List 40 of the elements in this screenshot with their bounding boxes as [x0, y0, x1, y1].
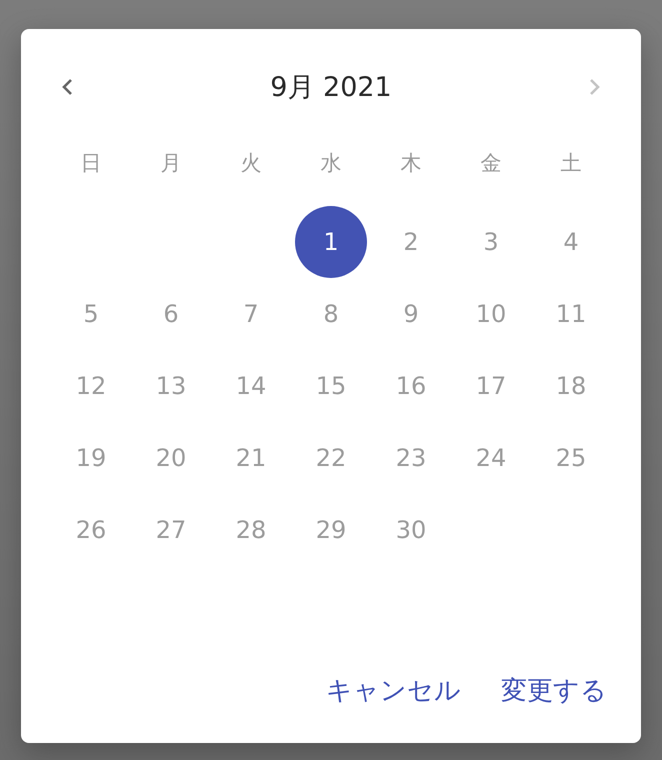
day-button[interactable]: 14 [215, 350, 287, 422]
day-button[interactable]: 19 [55, 422, 127, 494]
day-button[interactable]: 9 [375, 278, 447, 350]
weekday-label: 土 [560, 150, 582, 177]
month-title: 9月 2021 [270, 71, 392, 105]
weekday-label: 火 [240, 150, 262, 177]
day-button[interactable]: 17 [455, 350, 527, 422]
day-button[interactable]: 20 [135, 422, 207, 494]
day-button[interactable]: 16 [375, 350, 447, 422]
day-button[interactable]: 29 [295, 494, 367, 566]
day-button[interactable]: 1 [295, 206, 367, 278]
day-button[interactable]: 22 [295, 422, 367, 494]
day-button[interactable]: 28 [215, 494, 287, 566]
weekday-label: 月 [160, 150, 182, 177]
day-button[interactable]: 26 [55, 494, 127, 566]
day-button[interactable]: 2 [375, 206, 447, 278]
day-button[interactable]: 8 [295, 278, 367, 350]
day-button[interactable]: 10 [455, 278, 527, 350]
day-button[interactable]: 30 [375, 494, 447, 566]
day-button[interactable]: 4 [535, 206, 607, 278]
weekday-label: 水 [320, 150, 342, 177]
day-button[interactable]: 23 [375, 422, 447, 494]
day-button[interactable]: 12 [55, 350, 127, 422]
cancel-button[interactable]: キャンセル [322, 666, 465, 714]
day-button[interactable]: 15 [295, 350, 367, 422]
day-button[interactable]: 18 [535, 350, 607, 422]
day-button[interactable]: 5 [55, 278, 127, 350]
weekday-label: 日 [80, 150, 102, 177]
weekday-label: 木 [400, 150, 422, 177]
weekday-label: 金 [480, 150, 502, 177]
day-button[interactable]: 11 [535, 278, 607, 350]
day-button[interactable]: 21 [215, 422, 287, 494]
day-button[interactable]: 6 [135, 278, 207, 350]
day-button[interactable]: 13 [135, 350, 207, 422]
day-button[interactable]: 7 [215, 278, 287, 350]
day-button[interactable]: 27 [135, 494, 207, 566]
day-button[interactable]: 24 [455, 422, 527, 494]
day-button[interactable]: 3 [455, 206, 527, 278]
confirm-button[interactable]: 変更する [497, 666, 611, 714]
day-button[interactable]: 25 [535, 422, 607, 494]
